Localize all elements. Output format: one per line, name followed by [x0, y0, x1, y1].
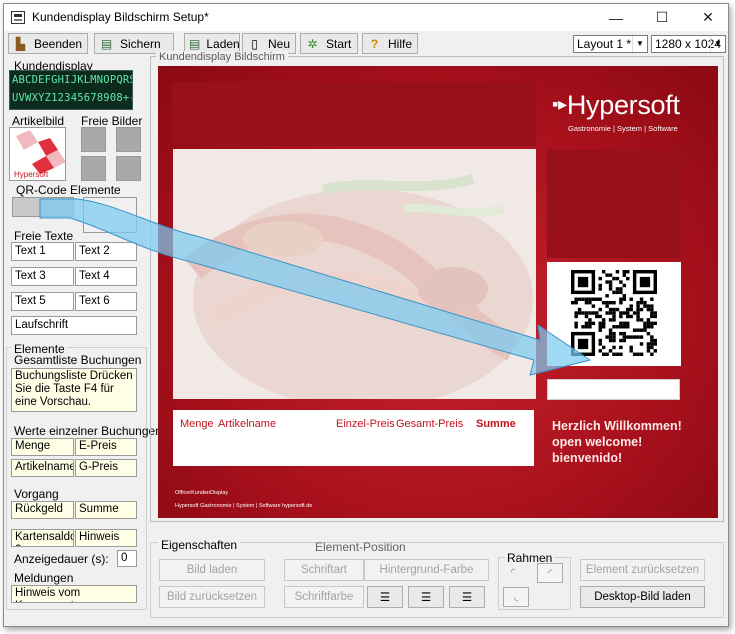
help-icon: ?	[370, 36, 379, 51]
resolution-select[interactable]: 1280 x 1024 ▼	[651, 35, 726, 53]
col-gesamt-preis: Gesamt-Preis	[396, 418, 464, 430]
welcome-line-2: open welcome!	[552, 435, 643, 449]
summe-field[interactable]: Summe	[75, 501, 137, 519]
qr-code-label: QR-Code Elemente	[16, 183, 121, 197]
load-icon: ▤	[189, 36, 201, 51]
free-image-4[interactable]	[116, 156, 141, 181]
free-text-3[interactable]: Text 3	[11, 267, 74, 286]
welcome-text[interactable]: Herzlich Willkommen! open welcome! bienv…	[552, 418, 682, 466]
kartensaldo-field[interactable]: Kartensaldo 2	[11, 529, 74, 547]
maximize-button[interactable]: ☐	[640, 4, 684, 31]
input-strip[interactable]	[547, 379, 680, 400]
start-icon: ✲	[307, 36, 318, 51]
anzeigedauer-label: Anzeigedauer (s):	[14, 552, 109, 566]
rahmen-option-1[interactable]: ◜	[511, 567, 515, 578]
gesamtliste-label: Gesamtliste Buchungen	[14, 353, 142, 367]
meldung-field[interactable]: Hinweis vom Kassensystem	[11, 585, 137, 603]
freie-texte-label: Freie Texte	[14, 229, 74, 243]
brand-subtitle: Gastronomie | System | Software	[568, 124, 678, 133]
start-button[interactable]: ✲ Start	[300, 33, 358, 54]
header-block[interactable]	[172, 82, 536, 146]
bild-reset-button[interactable]: Bild zurücksetzen	[159, 586, 265, 608]
col-artikelname: Artikelname	[218, 418, 277, 430]
align-right-icon: ☰	[461, 592, 473, 604]
toolbar: ▙ Beenden ▤ Sichern ▤ Laden ▯ Neu ✲ Star…	[4, 32, 728, 55]
canvas-legend: Kundendisplay Bildschirm	[156, 51, 288, 63]
element-position-label: Element-Position	[315, 540, 406, 554]
close-button[interactable]: ✕	[686, 4, 728, 31]
free-image-1[interactable]	[81, 127, 106, 152]
brand-logo[interactable]: ▪▸Hypersoft	[552, 90, 680, 121]
laufschrift-field[interactable]: Laufschrift	[11, 316, 137, 335]
freie-bilder-label: Freie Bilder	[81, 114, 143, 128]
align-left-icon: ☰	[379, 592, 391, 604]
display-screen[interactable]: Menge Artikelname Einzel-Preis Gesamt-Pr…	[158, 66, 718, 518]
food-photo-icon	[173, 149, 536, 399]
free-text-2[interactable]: Text 2	[75, 242, 137, 261]
menge-field[interactable]: Menge	[11, 438, 74, 456]
food-image[interactable]	[173, 149, 536, 399]
window-title: Kundendisplay Bildschirm Setup*	[32, 10, 209, 24]
free-text-4[interactable]: Text 4	[75, 267, 137, 286]
rahmen-option-3[interactable]: ◟	[503, 587, 529, 607]
align-right-button[interactable]: ☰	[449, 586, 485, 608]
article-image[interactable]: Hypersoft	[9, 127, 66, 181]
meldungen-label: Meldungen	[14, 571, 74, 585]
hintergrund-farbe-button[interactable]: Hintergrund-Farbe	[364, 559, 489, 581]
free-text-1[interactable]: Text 1	[11, 242, 74, 261]
desktop-bild-button[interactable]: Desktop-Bild laden	[580, 586, 705, 608]
free-text-6[interactable]: Text 6	[75, 292, 137, 311]
col-menge: Menge	[180, 418, 214, 430]
free-image-2[interactable]	[116, 127, 141, 152]
title-bar: Kundendisplay Bildschirm Setup* — ☐ ✕	[4, 4, 728, 31]
lcd-line-2: UVWXYZ12345678908+-*/	[12, 92, 132, 104]
hinweis-field[interactable]: Hinweis vom	[75, 529, 137, 547]
bild-laden-button[interactable]: Bild laden	[159, 559, 265, 581]
brand-mark-icon: ▪▸	[552, 94, 567, 114]
chevron-down-icon: ▼	[632, 36, 647, 52]
schriftfarbe-button[interactable]: Schriftfarbe	[284, 586, 364, 608]
eigenschaften-label: Eigenschaften	[158, 538, 241, 552]
app-icon	[11, 11, 25, 24]
anzeigedauer-input[interactable]: 0	[117, 550, 137, 567]
col-summe: Summe	[476, 418, 516, 430]
hilfe-button[interactable]: ? Hilfe	[362, 33, 418, 54]
qr-element-1[interactable]	[12, 197, 74, 217]
free-text-5[interactable]: Text 5	[11, 292, 74, 311]
e-preis-field[interactable]: E-Preis	[75, 438, 137, 456]
g-preis-field[interactable]: G-Preis	[75, 459, 137, 477]
lcd-preview[interactable]: ABCDEFGHIJKLMNOPQRST UVWXYZ12345678908+-…	[9, 70, 133, 110]
qr-code-icon	[571, 270, 657, 356]
werte-label: Werte einzelner Buchungen	[14, 424, 162, 438]
rueckgeld-field[interactable]: Rückgeld	[11, 501, 74, 519]
rahmen-option-2[interactable]: ◜	[537, 563, 563, 583]
schriftart-button[interactable]: Schriftart	[284, 559, 364, 581]
save-icon: ▤	[100, 36, 113, 51]
new-icon: ▯	[251, 36, 258, 51]
lcd-line-1: ABCDEFGHIJKLMNOPQRST	[12, 74, 133, 86]
qr-code-box[interactable]	[547, 262, 681, 366]
beenden-button[interactable]: ▙ Beenden	[8, 33, 88, 54]
align-left-button[interactable]: ☰	[367, 586, 403, 608]
artikelname-field[interactable]: Artikelname	[11, 459, 74, 477]
element-reset-button[interactable]: Element zurücksetzen	[580, 559, 705, 581]
artikelbild-label: Artikelbild	[12, 114, 65, 128]
welcome-line-3: bienvenido!	[552, 451, 623, 465]
vorgang-label: Vorgang	[14, 487, 59, 501]
minimize-button[interactable]: —	[594, 4, 638, 31]
footer-line-2: Hypersoft Gastronomie | System | Softwar…	[175, 503, 313, 509]
layout-select[interactable]: Layout 1 * ▼	[573, 35, 648, 53]
buchungsliste-field[interactable]: Buchungsliste Drücken Sie die Taste F4 f…	[11, 368, 137, 412]
chevron-down-icon: ▼	[710, 36, 725, 52]
article-logo-text: Hypersoft	[14, 170, 49, 179]
welcome-line-1: Herzlich Willkommen!	[552, 419, 682, 433]
free-image-3[interactable]	[81, 156, 106, 181]
side-block[interactable]	[547, 150, 681, 258]
col-einzel-preis: Einzel-Preis	[336, 418, 395, 430]
qr-element-2[interactable]	[83, 197, 137, 233]
exit-icon: ▙	[15, 36, 26, 51]
footer-line-1: OfficerKundenDisplay	[175, 490, 229, 496]
align-center-button[interactable]: ☰	[408, 586, 444, 608]
align-center-icon: ☰	[420, 592, 432, 604]
